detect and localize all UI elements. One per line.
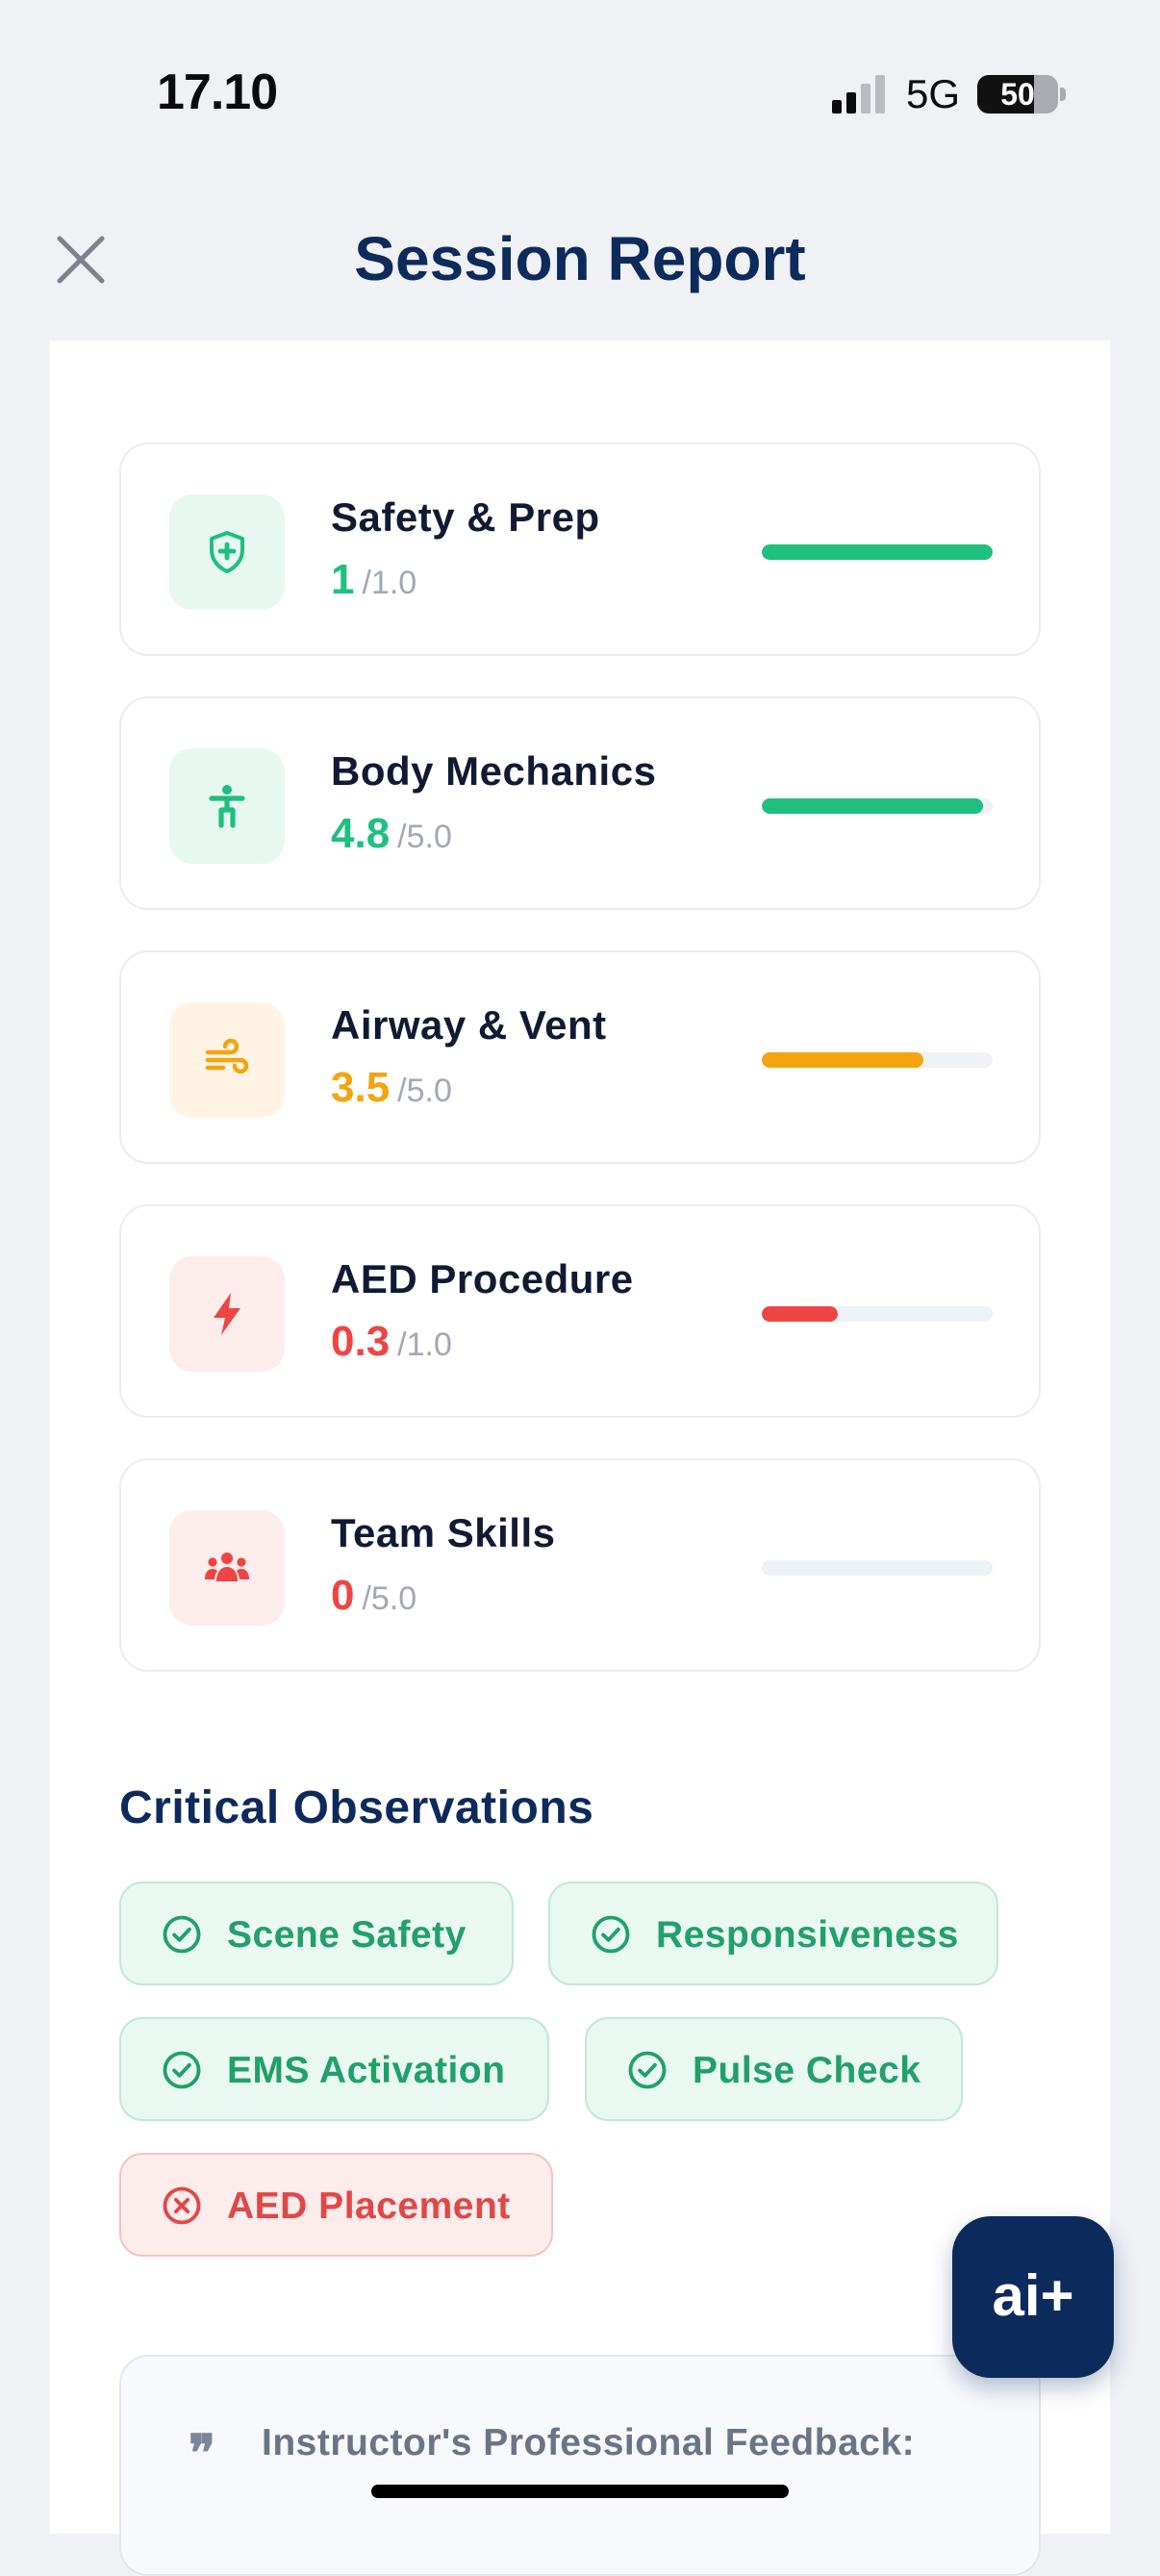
- metric-max: /1.0: [362, 565, 417, 601]
- metric-card-team-skills: Team Skills 0/5.0: [119, 1458, 1041, 1672]
- quote-icon: ❞: [189, 2424, 215, 2483]
- observation-chip-aed-placement: AED Placement: [119, 2153, 553, 2257]
- metric-progress-bar: [762, 1560, 993, 1576]
- metric-icon-box: [169, 748, 285, 864]
- status-bar: 17.10 5G 50: [0, 0, 1160, 183]
- metric-score: 0.3/1.0: [331, 1318, 452, 1365]
- metric-max: /5.0: [362, 1580, 417, 1617]
- network-label: 5G: [906, 71, 961, 116]
- metric-progress-fill: [762, 798, 984, 814]
- header: Session Report: [0, 183, 1160, 341]
- metric-icon-box: [169, 1510, 285, 1626]
- observation-label: Pulse Check: [693, 2050, 921, 2091]
- feedback-title: Instructor's Professional Feedback:: [262, 2422, 916, 2463]
- metric-label: AED Procedure: [331, 1256, 634, 1301]
- metric-score: 1/1.0: [331, 556, 417, 603]
- metric-progress-fill: [762, 1306, 839, 1322]
- metric-icon-box: [169, 494, 285, 610]
- person-icon: [209, 785, 245, 828]
- status-time: 17.10: [157, 64, 278, 120]
- metric-progress-bar: [762, 544, 993, 560]
- critical-observations-title: Critical Observations: [119, 1782, 594, 1833]
- observation-label: Responsiveness: [656, 1914, 959, 1956]
- metric-progress-fill: [762, 1052, 923, 1068]
- lightning-icon: [214, 1293, 240, 1335]
- metric-icon-box: [169, 1256, 285, 1372]
- metric-card-body-mechanics: Body Mechanics 4.8/5.0: [119, 696, 1041, 910]
- metric-score: 0/5.0: [331, 1572, 417, 1619]
- battery-icon: 50: [977, 75, 1058, 114]
- home-indicator[interactable]: [371, 2485, 789, 2498]
- metric-progress-bar: [762, 1052, 993, 1068]
- metric-max: /5.0: [397, 1073, 452, 1109]
- metric-progress-bar: [762, 798, 993, 814]
- observation-chip-pulse-check: Pulse Check: [585, 2017, 963, 2121]
- metric-progress-bar: [762, 1306, 993, 1322]
- metric-max: /5.0: [397, 819, 452, 855]
- metric-score: 3.5/5.0: [331, 1064, 452, 1111]
- observation-label: AED Placement: [227, 2185, 511, 2227]
- signal-icon: [832, 75, 885, 114]
- battery-level: 50: [1000, 77, 1035, 112]
- observation-chip-responsiveness: Responsiveness: [548, 1881, 998, 1985]
- check-circle-icon: [592, 1915, 630, 1954]
- metric-max: /1.0: [397, 1326, 452, 1363]
- observation-label: Scene Safety: [227, 1914, 467, 1956]
- metric-card-safety-prep: Safety & Prep 1/1.0: [119, 442, 1041, 656]
- battery-cap: [1060, 88, 1066, 101]
- page-title: Session Report: [354, 224, 806, 293]
- observation-chip-ems-activation: EMS Activation: [119, 2017, 549, 2121]
- observation-chip-scene-safety: Scene Safety: [119, 1881, 514, 1985]
- metric-label: Body Mechanics: [331, 748, 657, 794]
- metric-card-airway-vent: Airway & Vent 3.5/5.0: [119, 950, 1041, 1164]
- metric-progress-fill: [762, 544, 993, 560]
- metric-score: 4.8/5.0: [331, 810, 452, 857]
- check-circle-icon: [163, 2051, 201, 2089]
- metric-label: Airway & Vent: [331, 1002, 607, 1048]
- observation-label: EMS Activation: [227, 2050, 506, 2091]
- check-circle-icon: [628, 2051, 667, 2089]
- metric-card-aed-procedure: AED Procedure 0.3/1.0: [119, 1204, 1041, 1418]
- metric-label: Safety & Prep: [331, 494, 600, 540]
- instructor-feedback-card: ❞ Instructor's Professional Feedback:: [119, 2355, 1041, 2576]
- ai-button-label: ai+: [992, 2263, 1074, 2328]
- ai-assistant-button[interactable]: ai+: [952, 2216, 1114, 2378]
- check-circle-icon: [163, 1915, 201, 1954]
- metric-icon-box: [169, 1002, 285, 1118]
- team-icon: [205, 1553, 249, 1581]
- wind-icon: [205, 1038, 249, 1074]
- x-circle-icon: [163, 2186, 201, 2225]
- metric-label: Team Skills: [331, 1510, 556, 1555]
- shield-plus-icon: [210, 531, 244, 573]
